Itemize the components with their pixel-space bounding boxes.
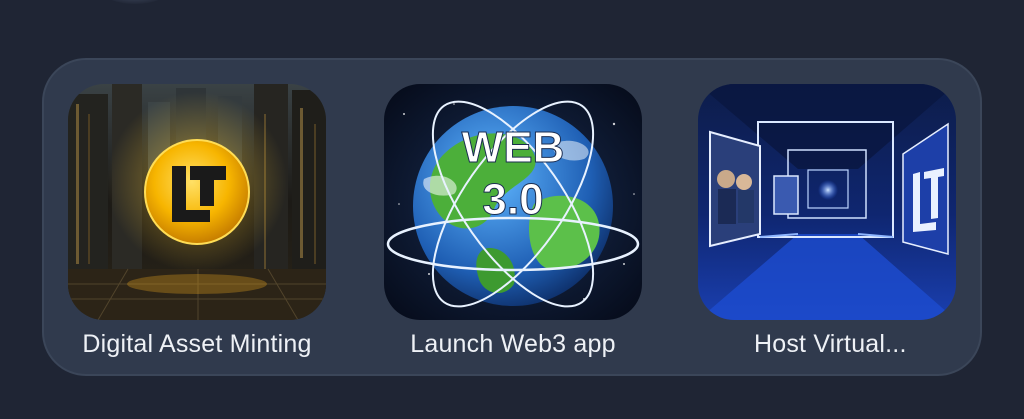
app-tile-host-virtual[interactable]: Host Virtual... — [698, 84, 956, 359]
app-tile-launch-web3-app[interactable]: WEB 3.0 Launch Web3 app — [384, 84, 642, 359]
web-version-thumb-text: 3.0 — [482, 175, 543, 224]
app-label: Digital Asset Minting — [82, 330, 312, 358]
web3-globe-icon: WEB 3.0 — [384, 84, 642, 320]
virtual-gallery-icon — [698, 84, 956, 320]
app-card-panel: Digital Asset Minting WEB 3.0 Launch Web… — [42, 58, 982, 376]
app-tile-digital-asset-minting[interactable]: Digital Asset Minting — [68, 84, 326, 359]
top-glow-decoration — [100, 0, 170, 4]
page: Digital Asset Minting WEB 3.0 Launch Web… — [0, 0, 1024, 419]
app-label: Launch Web3 app — [410, 330, 616, 358]
app-label: Host Virtual... — [754, 330, 907, 358]
lt-logo-coin-icon — [68, 84, 326, 320]
web-thumb-text: WEB — [462, 123, 565, 172]
